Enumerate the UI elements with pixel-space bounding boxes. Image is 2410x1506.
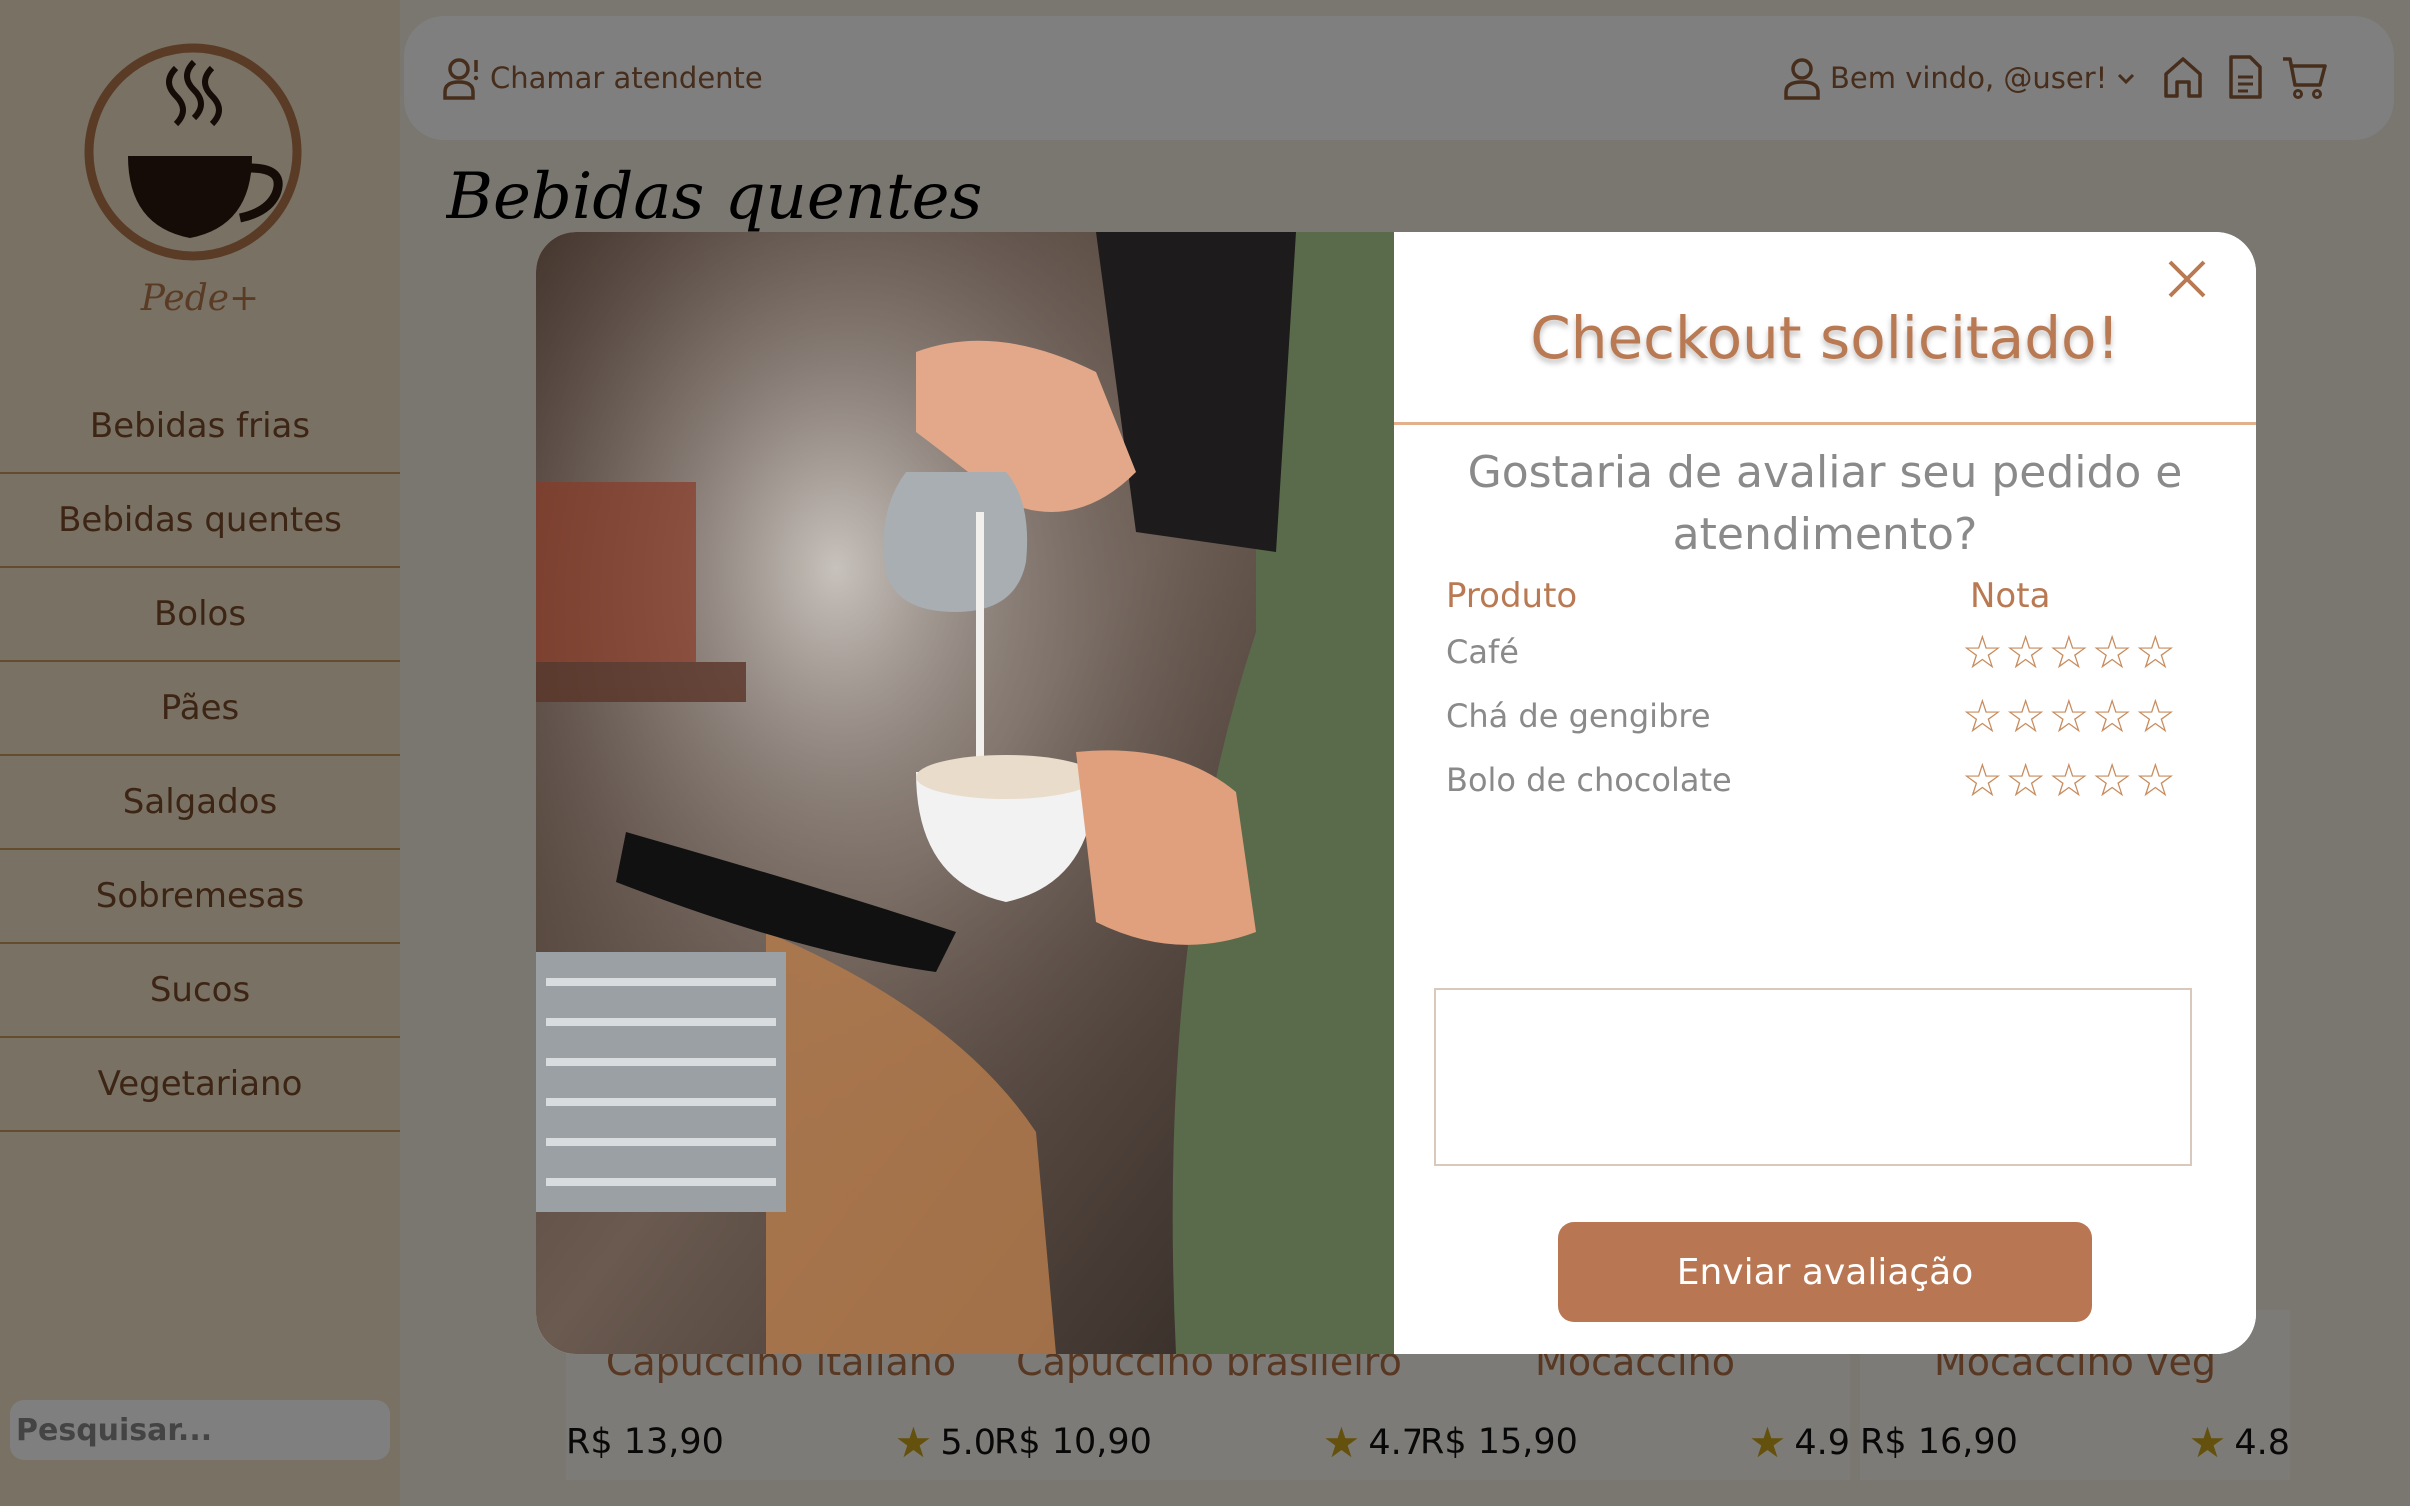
rating-item-name: Chá de gengibre bbox=[1446, 697, 1711, 735]
star-icon[interactable]: ☆ bbox=[2092, 624, 2133, 680]
star-rating-control[interactable]: ☆ ☆ ☆ ☆ ☆ bbox=[1962, 624, 2176, 680]
rating-question: Gostaria de avaliar seu pedido e atendim… bbox=[1467, 447, 2183, 560]
star-icon[interactable]: ☆ bbox=[1962, 624, 2003, 680]
modal-title: Checkout solicitado! bbox=[1530, 304, 2120, 372]
rating-row: Chá de gengibre ☆ ☆ ☆ ☆ ☆ bbox=[1446, 688, 2176, 744]
checkout-modal: Checkout solicitado! Gostaria de avaliar… bbox=[536, 232, 2256, 1354]
star-icon[interactable]: ☆ bbox=[2005, 688, 2046, 744]
submit-rating-button[interactable]: Enviar avaliação bbox=[1558, 1222, 2092, 1322]
star-icon[interactable]: ☆ bbox=[2005, 624, 2046, 680]
star-icon[interactable]: ☆ bbox=[2048, 752, 2089, 808]
star-rating-control[interactable]: ☆ ☆ ☆ ☆ ☆ bbox=[1962, 752, 2176, 808]
star-icon[interactable]: ☆ bbox=[2135, 752, 2176, 808]
star-icon[interactable]: ☆ bbox=[2005, 752, 2046, 808]
rating-item-name: Café bbox=[1446, 633, 1519, 671]
column-header-rating: Nota bbox=[1970, 576, 2051, 616]
rating-row: Bolo de chocolate ☆ ☆ ☆ ☆ ☆ bbox=[1446, 752, 2176, 808]
star-icon[interactable]: ☆ bbox=[2092, 688, 2133, 744]
star-icon[interactable]: ☆ bbox=[2135, 688, 2176, 744]
close-icon[interactable] bbox=[2162, 254, 2212, 304]
star-rating-control[interactable]: ☆ ☆ ☆ ☆ ☆ bbox=[1962, 688, 2176, 744]
star-icon[interactable]: ☆ bbox=[2135, 624, 2176, 680]
star-icon[interactable]: ☆ bbox=[2048, 624, 2089, 680]
star-icon[interactable]: ☆ bbox=[1962, 752, 2003, 808]
star-icon[interactable]: ☆ bbox=[2092, 752, 2133, 808]
checkout-panel: Checkout solicitado! Gostaria de avaliar… bbox=[1394, 232, 2256, 1354]
divider bbox=[1394, 422, 2256, 425]
barista-pouring-milk-photo bbox=[536, 232, 1394, 1354]
feedback-textarea[interactable] bbox=[1434, 988, 2192, 1166]
column-header-product: Produto bbox=[1446, 576, 1578, 616]
rating-item-name: Bolo de chocolate bbox=[1446, 761, 1732, 799]
rating-row: Café ☆ ☆ ☆ ☆ ☆ bbox=[1446, 624, 2176, 680]
star-icon[interactable]: ☆ bbox=[2048, 688, 2089, 744]
star-icon[interactable]: ☆ bbox=[1962, 688, 2003, 744]
